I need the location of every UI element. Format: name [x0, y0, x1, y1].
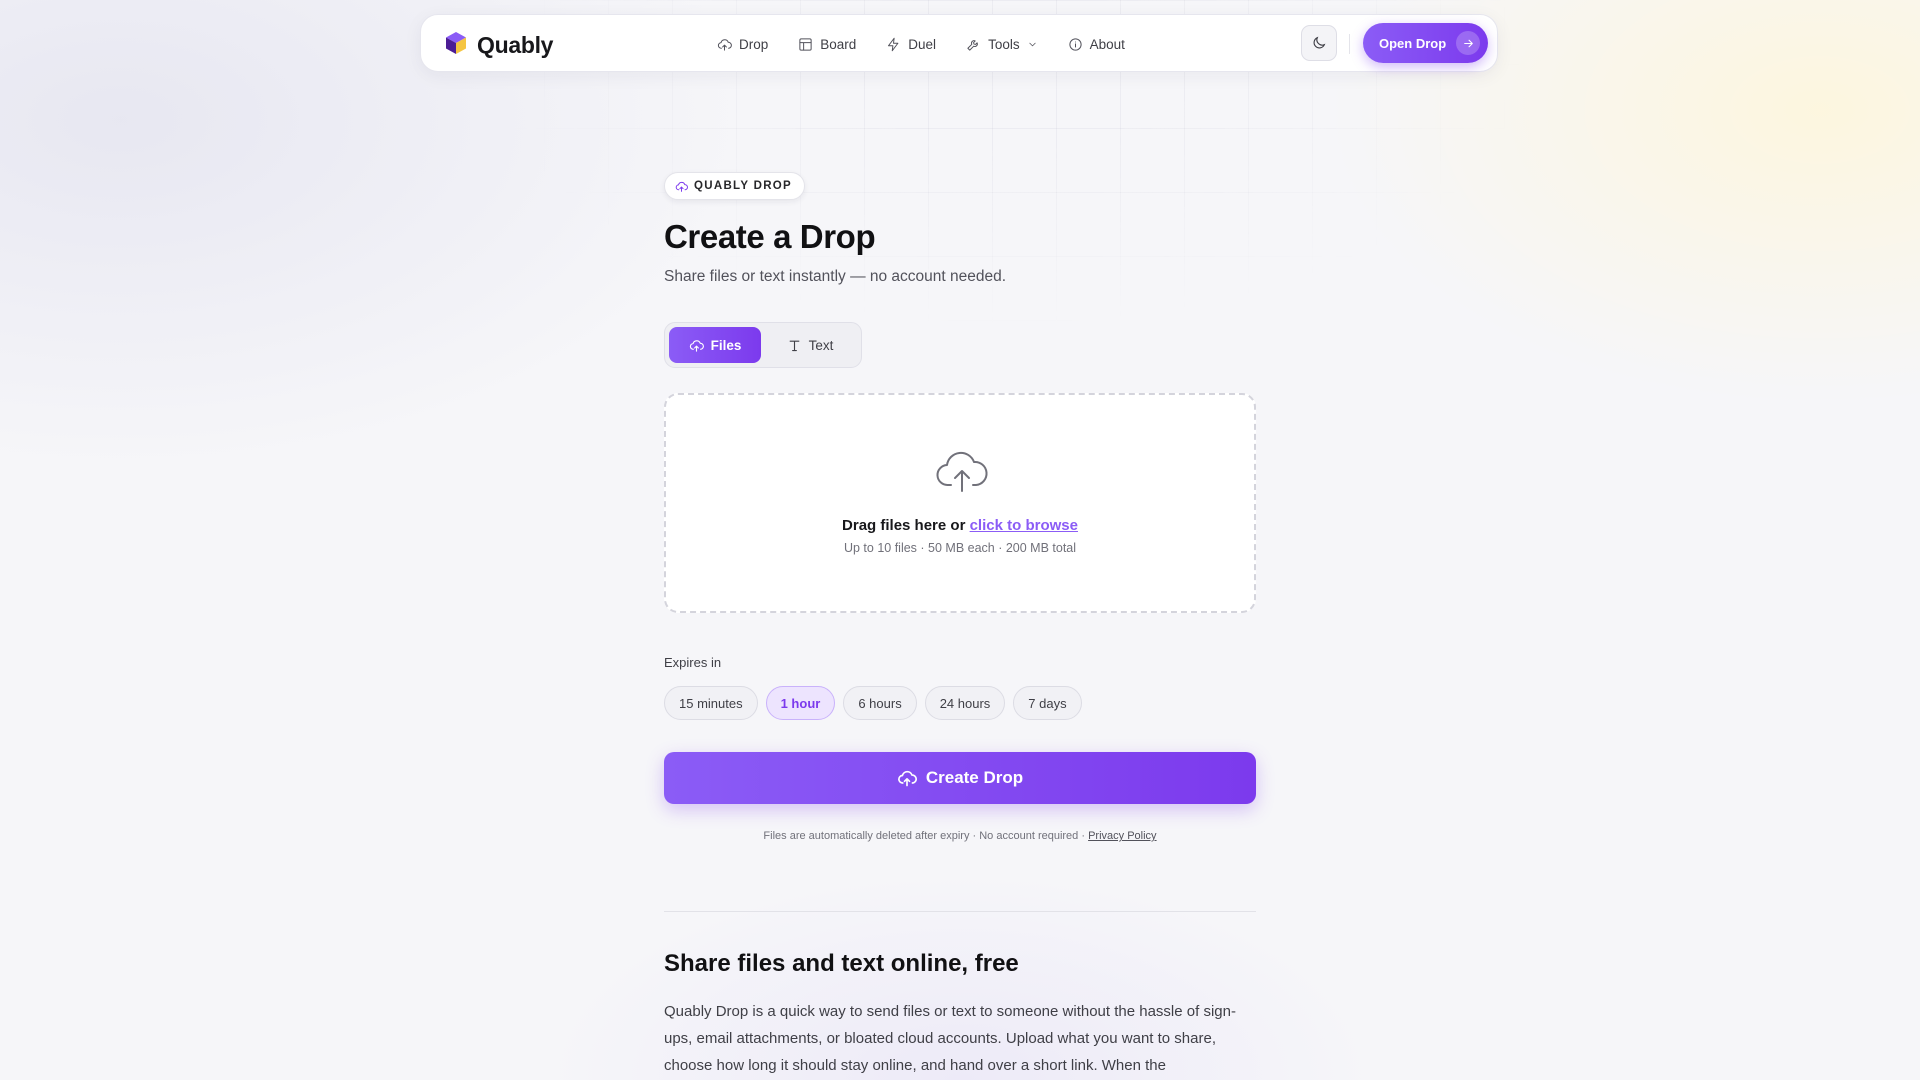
- expiry-option-24-hours[interactable]: 24 hours: [924, 686, 1006, 720]
- dropzone-prompt-text: Drag files here or: [842, 517, 966, 534]
- moon-icon: [1313, 36, 1326, 49]
- bolt-icon: [888, 37, 899, 51]
- nav-item-label: Duel: [908, 36, 937, 52]
- create-drop-button[interactable]: Create Drop: [664, 752, 1256, 804]
- create-drop-label: Create Drop: [925, 768, 1024, 787]
- privacy-policy-link[interactable]: Privacy Policy: [1088, 830, 1156, 842]
- expiry-options: 15 minutes 1 hour 6 hours 24 hours 7 day…: [664, 686, 1082, 720]
- info-icon: [1068, 37, 1082, 51]
- section-badge: QUABLY DROP: [664, 172, 806, 200]
- nav-item-label: Tools: [988, 36, 1020, 52]
- page-title: Create a Drop: [664, 218, 876, 255]
- upload-cloud-icon: [936, 447, 988, 493]
- nav-item-label: About: [1089, 36, 1125, 52]
- expiry-option-6-hours[interactable]: 6 hours: [843, 686, 917, 720]
- footnote: Files are automatically deleted after ex…: [664, 830, 1256, 842]
- footnote-text: Files are automatically deleted after ex…: [763, 830, 1086, 842]
- main-nav: Drop Board Duel Tools About: [717, 15, 1125, 73]
- section-divider: [664, 911, 1256, 912]
- top-navbar: Quably Drop Board Duel Tools About Open …: [420, 14, 1498, 72]
- tab-label: Files: [710, 337, 742, 353]
- info-section-title: Share files and text online, free: [664, 950, 1019, 977]
- nav-item-drop[interactable]: Drop: [717, 37, 768, 52]
- open-drop-button[interactable]: Open Drop: [1363, 23, 1488, 63]
- cloud-upload-icon: [689, 339, 704, 352]
- dropzone-limits: Up to 10 files · 50 MB each · 200 MB tot…: [843, 541, 1077, 555]
- nav-divider: [1349, 34, 1350, 54]
- expiry-option-1-hour[interactable]: 1 hour: [765, 686, 836, 720]
- open-drop-label: Open Drop: [1379, 35, 1447, 51]
- nav-item-tools[interactable]: Tools: [966, 37, 1038, 52]
- tab-label: Text: [808, 337, 834, 353]
- chevron-down-icon: [1028, 42, 1036, 46]
- file-dropzone[interactable]: Drag files here or click to browse Up to…: [664, 393, 1256, 613]
- cloud-upload-icon: [897, 770, 917, 787]
- tab-files[interactable]: Files: [669, 327, 761, 363]
- board-icon: [799, 37, 812, 51]
- brand-logo-link[interactable]: Quably: [443, 30, 553, 61]
- browse-files-link[interactable]: click to browse: [970, 517, 1078, 534]
- mode-tabs: Files Text: [664, 322, 862, 368]
- nav-item-about[interactable]: About: [1068, 37, 1125, 52]
- brand-name: Quably: [477, 32, 554, 58]
- expiry-label: Expires in: [664, 655, 722, 670]
- page-subtitle: Share files or text instantly — no accou…: [664, 268, 1007, 285]
- cloud-upload-icon: [675, 181, 688, 192]
- theme-toggle-button[interactable]: [1301, 25, 1337, 61]
- tab-text[interactable]: Text: [765, 327, 855, 363]
- dropzone-prompt: Drag files here or click to browse: [666, 517, 1254, 534]
- wrench-icon: [967, 39, 978, 51]
- nav-item-duel[interactable]: Duel: [886, 37, 936, 52]
- quably-logo-icon: [443, 30, 469, 61]
- cloud-upload-icon: [717, 38, 732, 51]
- text-icon: [789, 340, 800, 351]
- nav-item-board[interactable]: Board: [798, 37, 856, 52]
- arrow-right-icon: [1456, 31, 1481, 55]
- nav-item-label: Drop: [739, 36, 769, 52]
- expiry-option-7-days[interactable]: 7 days: [1013, 686, 1082, 720]
- badge-label: QUABLY DROP: [694, 180, 793, 192]
- nav-item-label: Board: [820, 36, 857, 52]
- info-section-body: Quably Drop is a quick way to send files…: [664, 1003, 1236, 1074]
- expiry-option-15-minutes[interactable]: 15 minutes: [664, 686, 758, 720]
